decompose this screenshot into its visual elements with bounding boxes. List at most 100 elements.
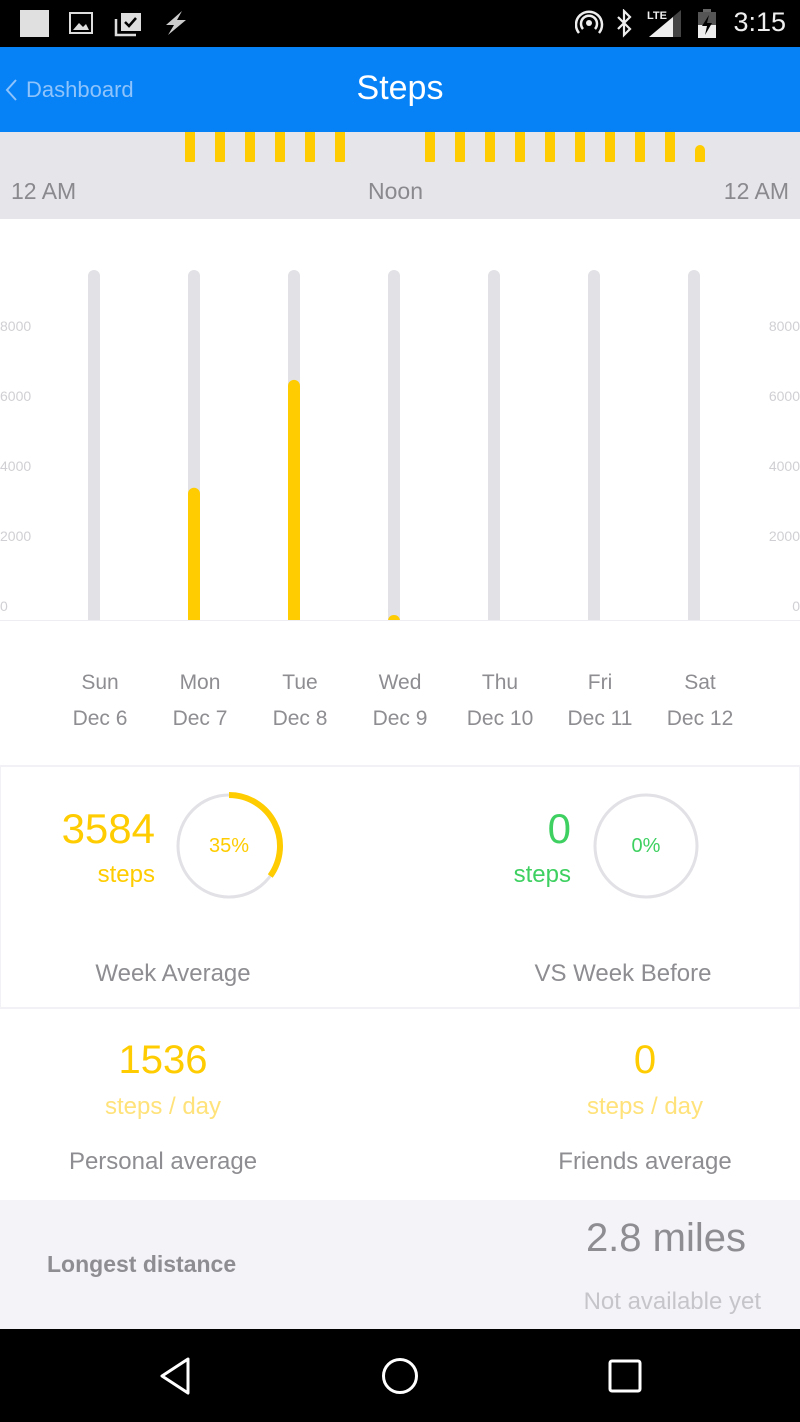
friends-average-caption: Friends average bbox=[558, 1148, 732, 1175]
nav-home-button[interactable] bbox=[375, 1353, 425, 1399]
status-time: 3:15 bbox=[733, 7, 786, 37]
hourly-activity-strip: 12 AM Noon 12 AM bbox=[0, 132, 800, 219]
vs-week-before-value: 0 bbox=[547, 805, 571, 852]
day-label-thu[interactable]: Thu Dec 10 bbox=[450, 665, 550, 737]
notification-square-icon bbox=[20, 10, 49, 37]
bluetooth-icon bbox=[617, 9, 632, 38]
app-bar: Dashboard Steps bbox=[0, 47, 800, 132]
day-name: Sat bbox=[684, 671, 716, 694]
image-icon bbox=[69, 12, 93, 34]
longest-distance-label: Longest distance bbox=[47, 1251, 237, 1277]
recents-icon bbox=[608, 1359, 642, 1393]
day-label-sat[interactable]: Sat Dec 12 bbox=[650, 665, 750, 737]
longest-distance-subtext: Not available yet bbox=[583, 1288, 761, 1315]
bar-tue[interactable] bbox=[288, 379, 300, 620]
hour-bar bbox=[335, 132, 345, 162]
nav-recents-button[interactable] bbox=[600, 1353, 650, 1399]
hour-bar bbox=[515, 132, 525, 162]
day-date: Dec 8 bbox=[272, 707, 328, 730]
bar-track-sun bbox=[88, 270, 100, 620]
hour-bar bbox=[485, 132, 495, 162]
day-label-sun[interactable]: Sun Dec 6 bbox=[50, 665, 150, 737]
day-date: Dec 10 bbox=[466, 707, 534, 730]
y-tick-label-right: 8000 bbox=[769, 318, 800, 334]
hour-label-noon: Noon bbox=[368, 178, 423, 204]
longest-distance-row: Longest distance 2.8 miles Not available… bbox=[0, 1200, 800, 1329]
svg-text:LTE: LTE bbox=[647, 10, 667, 22]
day-name: Mon bbox=[179, 671, 221, 694]
averages-panel: 1536 steps / day Personal average 0 step… bbox=[0, 1009, 800, 1200]
hour-bar bbox=[635, 132, 645, 162]
weekly-steps-chart: 0 0 2000 2000 4000 4000 6000 6000 8000 8000 bbox=[0, 219, 800, 620]
y-tick-label-left: 8000 bbox=[0, 318, 31, 334]
hour-bar bbox=[185, 132, 195, 162]
vs-week-before-unit: steps bbox=[513, 861, 571, 888]
day-date: Dec 11 bbox=[567, 707, 633, 730]
longest-distance-value: 2.8 miles bbox=[585, 1216, 746, 1260]
hour-bar bbox=[245, 132, 255, 162]
day-label-mon[interactable]: Mon Dec 7 bbox=[150, 665, 250, 737]
y-tick-label-left: 4000 bbox=[0, 458, 31, 474]
day-name: Fri bbox=[587, 671, 613, 694]
week-average-unit: steps bbox=[97, 861, 155, 888]
bar-track-thu bbox=[488, 270, 500, 620]
day-date: Dec 7 bbox=[172, 707, 228, 730]
day-name: Thu bbox=[481, 671, 519, 694]
day-labels-row: Sun Dec 6 Mon Dec 7 Tue Dec 8 Wed Dec 9 Thu Dec 1… bbox=[0, 620, 800, 767]
vs-week-before-percent: 0% bbox=[631, 835, 661, 857]
day-name: Tue bbox=[282, 671, 318, 694]
day-label-fri[interactable]: Fri Dec 11 bbox=[550, 665, 650, 737]
vs-week-before-caption: VS Week Before bbox=[534, 960, 712, 987]
hour-bar bbox=[545, 132, 555, 162]
hotspot-icon bbox=[575, 10, 604, 34]
hour-bar bbox=[425, 132, 435, 162]
week-average-value: 3584 bbox=[61, 805, 155, 852]
bar-track-wed bbox=[388, 270, 400, 620]
personal-average-caption: Personal average bbox=[68, 1148, 258, 1175]
status-bar: LTE 3:15 bbox=[0, 0, 800, 47]
nav-back-button[interactable] bbox=[150, 1353, 200, 1399]
friends-average-value: 0 bbox=[633, 1038, 657, 1082]
hour-label-start: 12 AM bbox=[11, 178, 77, 204]
hour-bar bbox=[575, 132, 585, 162]
bar-track-fri bbox=[588, 270, 600, 620]
hour-bar bbox=[275, 132, 285, 162]
day-label-tue[interactable]: Tue Dec 8 bbox=[250, 665, 350, 737]
battery-charging-icon bbox=[698, 9, 716, 38]
week-average-percent: 35% bbox=[208, 835, 250, 857]
day-name: Wed bbox=[378, 671, 422, 694]
hour-bar bbox=[215, 132, 225, 162]
y-tick-label-left: 6000 bbox=[0, 388, 31, 404]
hour-bar bbox=[605, 132, 615, 162]
lte-signal-icon: LTE bbox=[647, 10, 681, 37]
home-icon bbox=[382, 1358, 418, 1394]
weekly-chart-svg: 0 0 2000 2000 4000 4000 6000 6000 8000 8000 bbox=[0, 270, 800, 620]
y-tick-label-right: 6000 bbox=[769, 388, 800, 404]
y-tick-label-right: 4000 bbox=[769, 458, 800, 474]
back-icon bbox=[160, 1357, 190, 1395]
y-tick-label-left: 0 bbox=[0, 598, 8, 614]
bar-mon[interactable] bbox=[188, 487, 200, 620]
week-average-caption: Week Average bbox=[95, 960, 251, 987]
page-title: Steps bbox=[356, 69, 444, 107]
bar-track-sat bbox=[688, 270, 700, 620]
friends-average-unit: steps / day bbox=[586, 1093, 704, 1120]
y-tick-label-right: 0 bbox=[792, 598, 800, 614]
flash-icon bbox=[166, 11, 186, 35]
personal-average-unit: steps / day bbox=[104, 1093, 222, 1120]
hour-bar bbox=[695, 145, 705, 162]
summary-panel: 3584 steps 35% Week Average 0 steps 0% V… bbox=[0, 767, 800, 1009]
system-nav-bar bbox=[0, 1329, 800, 1422]
day-date: Dec 6 bbox=[72, 707, 128, 730]
clipboard-check-icon bbox=[114, 13, 141, 37]
y-tick-label-left: 2000 bbox=[0, 528, 31, 544]
hour-label-end: 12 AM bbox=[723, 178, 789, 204]
day-date: Dec 9 bbox=[372, 707, 428, 730]
personal-average-value: 1536 bbox=[118, 1038, 208, 1082]
hour-bar bbox=[305, 132, 315, 162]
day-label-wed[interactable]: Wed Dec 9 bbox=[350, 665, 450, 737]
hour-bar bbox=[665, 132, 675, 162]
day-date: Dec 12 bbox=[666, 707, 734, 730]
day-name: Sun bbox=[81, 671, 119, 694]
y-tick-label-right: 2000 bbox=[769, 528, 800, 544]
